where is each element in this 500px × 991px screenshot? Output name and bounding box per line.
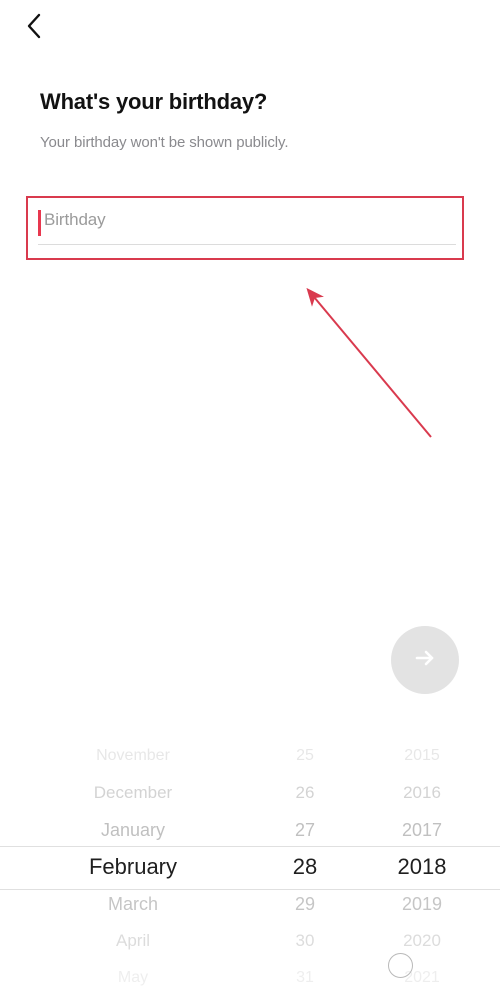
text-caret: [38, 210, 41, 236]
picker-cell-month: May: [117, 969, 149, 986]
picker-cell-day: 28: [292, 854, 318, 879]
picker-cell-month: March: [107, 893, 158, 914]
annotation-arrow: [290, 275, 450, 450]
picker-cell-year: 2017: [401, 819, 443, 840]
picker-cell-month: November: [96, 747, 170, 764]
picker-cell-day: 25: [296, 747, 314, 764]
picker-cell-day: 31: [296, 969, 314, 986]
picker-cell-day: 26: [295, 783, 315, 802]
picker-cell-day: 29: [294, 893, 316, 914]
picker-cell-year: 2020: [403, 931, 441, 950]
picker-row[interactable]: May 31 2021: [0, 960, 500, 991]
picker-cell-month: January: [100, 819, 166, 840]
signup-birthday-screen: What's your birthday? Your birthday won'…: [0, 0, 500, 991]
input-underline: [38, 244, 456, 245]
picker-cell-month: February: [88, 854, 178, 879]
page-title: What's your birthday?: [40, 89, 268, 114]
picker-selection-line-top: [0, 846, 500, 847]
date-picker[interactable]: October242014November252015December26201…: [0, 742, 500, 991]
page-subtitle: Your birthday won't be shown publicly.: [40, 134, 289, 151]
picker-cell-year: 2019: [401, 893, 443, 914]
picker-cell-year: 2018: [397, 854, 447, 879]
picker-cell-day: 30: [295, 931, 315, 950]
picker-cell-day: 27: [294, 819, 316, 840]
picker-cell-year: 2021: [404, 969, 440, 986]
picker-row[interactable]: March 29 2019: [0, 886, 500, 922]
birthday-input-placeholder: Birthday: [44, 210, 106, 229]
chevron-left-icon: [24, 11, 44, 41]
arrow-right-icon: [410, 643, 440, 678]
picker-row[interactable]: December 26 2016: [0, 775, 500, 811]
picker-row[interactable]: January 27 2017: [0, 812, 500, 848]
picker-row-selected[interactable]: February 28 2018: [0, 849, 500, 885]
next-button[interactable]: [391, 626, 459, 694]
picker-row[interactable]: November 25 2015: [0, 742, 500, 774]
birthday-input[interactable]: Birthday: [38, 208, 458, 254]
picker-cell-month: December: [93, 783, 173, 802]
picker-cell-month: April: [115, 931, 150, 950]
picker-selection-line-bottom: [0, 889, 500, 890]
picker-row[interactable]: April 30 2020: [0, 923, 500, 959]
back-button[interactable]: [12, 4, 56, 48]
picker-cell-year: 2016: [403, 783, 441, 802]
picker-cell-year: 2015: [404, 747, 440, 764]
touch-indicator: [388, 953, 413, 978]
